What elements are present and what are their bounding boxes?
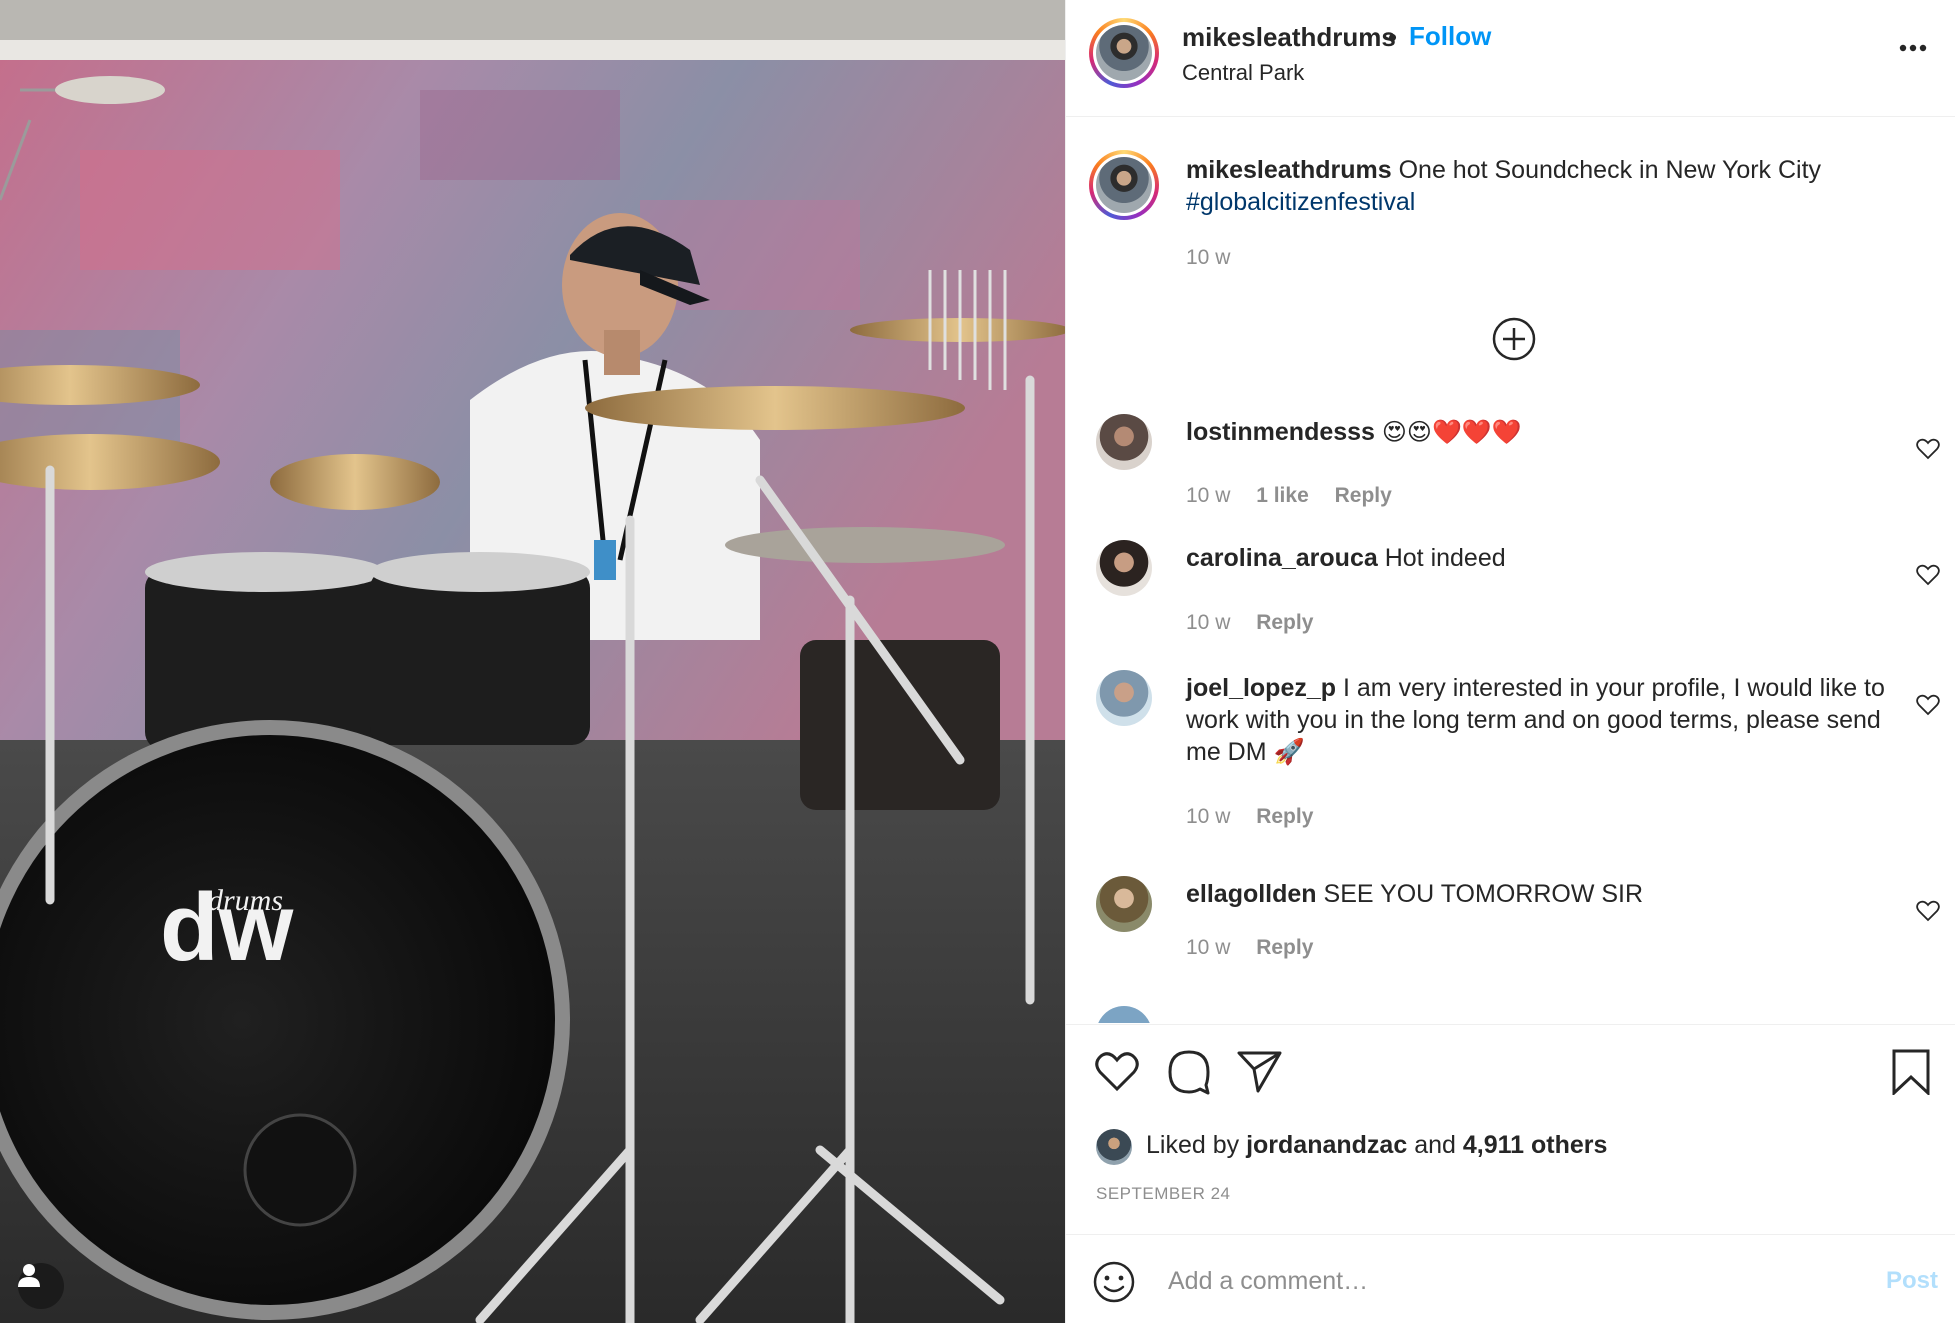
reply-button[interactable]: Reply: [1256, 936, 1313, 959]
drummer-photo-illustration: dw drums: [0, 0, 1065, 1323]
caption-author-avatar[interactable]: [1089, 150, 1159, 220]
reply-button[interactable]: Reply: [1256, 611, 1313, 634]
comment-text: 😍😍❤️❤️❤️: [1381, 418, 1522, 446]
commenter-avatar[interactable]: [1096, 670, 1152, 726]
post-comment-button[interactable]: Post: [1886, 1267, 1938, 1295]
liked-by-prefix: Liked by: [1146, 1131, 1240, 1159]
comment-meta: 10 w Reply: [1186, 805, 1333, 829]
commenter-avatar[interactable]: [1096, 540, 1152, 596]
commenter-avatar[interactable]: [1096, 876, 1152, 932]
svg-text:drums: drums: [208, 884, 283, 917]
comment-username[interactable]: carolina_arouca: [1186, 544, 1378, 572]
comments-list[interactable]: mikesleathdrums One hot Soundcheck in Ne…: [1066, 118, 1955, 1023]
follow-button[interactable]: Follow: [1409, 21, 1491, 52]
caption-username[interactable]: mikesleathdrums: [1186, 156, 1392, 184]
comment-time[interactable]: 10 w: [1186, 936, 1230, 959]
comment-body: lostinmendesss 😍😍❤️❤️❤️: [1186, 416, 1886, 448]
caption-text: One hot Soundcheck in New York City: [1398, 156, 1822, 184]
heart-icon[interactable]: [1916, 900, 1940, 922]
comment-time[interactable]: 10 w: [1186, 611, 1230, 634]
comment-likes[interactable]: 1 like: [1256, 484, 1309, 507]
comment-meta: 10 w Reply: [1186, 936, 1333, 960]
post-header: mikesleathdrums • Follow Central Park: [1066, 0, 1955, 117]
liked-by-user[interactable]: jordanandzac: [1246, 1131, 1407, 1159]
bookmark-icon[interactable]: [1888, 1049, 1934, 1095]
commenter-avatar[interactable]: [1096, 414, 1152, 470]
person-icon: [18, 1264, 40, 1287]
caption-time[interactable]: 10 w: [1186, 246, 1230, 269]
reply-button[interactable]: Reply: [1256, 805, 1313, 828]
caption: mikesleathdrums One hot Soundcheck in Ne…: [1186, 154, 1886, 218]
location-link[interactable]: Central Park: [1182, 60, 1304, 86]
liker-avatar[interactable]: [1096, 1129, 1132, 1165]
comment-username[interactable]: ellagollden: [1186, 880, 1317, 908]
comment-icon[interactable]: [1166, 1049, 1212, 1095]
add-comment-bar: Post: [1066, 1234, 1955, 1323]
caption-meta: 10 w: [1186, 246, 1250, 270]
comment-time[interactable]: 10 w: [1186, 484, 1230, 507]
avatar-image: [1096, 157, 1152, 213]
caption-hashtag[interactable]: #globalcitizenfestival: [1186, 188, 1415, 216]
avatar-image: [1096, 25, 1152, 81]
commenter-avatar[interactable]: [1096, 1006, 1152, 1023]
comment-text: Hot indeed: [1384, 544, 1506, 572]
comment-time[interactable]: 10 w: [1186, 805, 1230, 828]
paper-plane-icon[interactable]: [1236, 1049, 1282, 1095]
comment-username[interactable]: joel_lopez_p: [1186, 674, 1336, 702]
comment-body: joel_lopez_p I am very interested in you…: [1186, 672, 1886, 768]
comment-body: ellagollden SEE YOU TOMORROW SIR: [1186, 878, 1886, 910]
heart-icon[interactable]: [1916, 564, 1940, 586]
heart-icon[interactable]: [1916, 694, 1940, 716]
header-separator: •: [1388, 22, 1398, 52]
post-actions: Liked by jordanandzac and 4,911 others S…: [1066, 1024, 1955, 1234]
more-horizontal-icon[interactable]: [1898, 42, 1928, 54]
liked-by-conj: and: [1414, 1131, 1456, 1159]
plus-circle-icon[interactable]: [1491, 316, 1537, 362]
comment-input[interactable]: [1166, 1255, 1810, 1307]
author-username[interactable]: mikesleathdrums: [1182, 22, 1396, 53]
comment-meta: 10 w 1 like Reply: [1186, 484, 1412, 508]
post-date[interactable]: SEPTEMBER 24: [1096, 1184, 1231, 1204]
comment-text: SEE YOU TOMORROW SIR: [1323, 880, 1644, 908]
comment-username[interactable]: lostinmendesss: [1186, 418, 1375, 446]
comment-body: carolina_arouca Hot indeed: [1186, 542, 1886, 574]
liked-by-others[interactable]: 4,911 others: [1463, 1131, 1608, 1159]
heart-icon[interactable]: [1094, 1049, 1140, 1095]
comment-meta: 10 w Reply: [1186, 611, 1333, 635]
heart-icon[interactable]: [1916, 438, 1940, 460]
reply-button[interactable]: Reply: [1335, 484, 1392, 507]
post-details-panel: mikesleathdrums • Follow Central Park mi…: [1065, 0, 1955, 1323]
emoji-icon[interactable]: [1092, 1260, 1136, 1304]
liked-by: Liked by jordanandzac and 4,911 others: [1146, 1131, 1607, 1160]
author-avatar[interactable]: [1089, 18, 1159, 88]
tagged-users-button[interactable]: [18, 1263, 64, 1309]
post-photo[interactable]: dw drums: [0, 0, 1065, 1323]
